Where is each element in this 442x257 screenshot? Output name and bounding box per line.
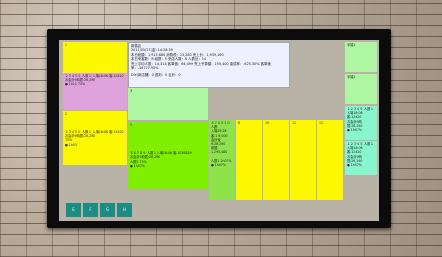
table-cell-11-label: 11	[292, 121, 297, 125]
table-cell-1-label: 1	[65, 43, 68, 47]
button-f[interactable]: F	[83, 203, 98, 217]
table-cell-right-low-1-text: １２３４５ 人数１ 入場18:06 客:12420 お会計9時間:26,290 …	[347, 107, 374, 133]
table-cell-12-label: 12	[319, 121, 324, 125]
table-cell-half-1[interactable]: 半端1	[345, 42, 377, 72]
table-cell-half-2[interactable]: 半端2	[345, 74, 377, 104]
table-cell-pink-text: ２３４５６ 人数１ 入場18:06 客:12420 お会計9時間:26,290 …	[65, 74, 124, 87]
button-g[interactable]: G	[100, 203, 115, 217]
pos-screen: 1 ２３４５６ 人数１ 入場18:06 客:12420 お会計9時間:26,29…	[59, 40, 379, 221]
table-cell-3-label: 3	[130, 89, 133, 93]
table-cell-11[interactable]: 11	[290, 120, 316, 200]
table-cell-left-low-text: ２３４５６ 人数１ 入場18:06 客:12420 お会計9時間:26,290 …	[65, 130, 124, 147]
info-line-4: 率：-16727.95%	[131, 66, 159, 71]
table-cell-10-label: 10	[265, 121, 270, 125]
info-line-5: DIY(新店舗）0 遅刻：0 合計：0	[131, 73, 181, 78]
table-cell-pink[interactable]: ２３４５６ 人数１ 入場18:06 客:12420 お会計9時間:26,290 …	[63, 73, 127, 110]
table-cell-12[interactable]: 12	[317, 120, 343, 200]
table-cell-10[interactable]: 10	[263, 120, 289, 200]
table-cell-5-label: 5	[130, 123, 133, 127]
table-cell-left-low[interactable]: ２３４５６ 人数１ 入場18:06 客:12420 お会計9時間:26,290 …	[63, 129, 127, 165]
table-cell-3[interactable]: 3	[128, 88, 208, 120]
button-h[interactable]: H	[117, 203, 132, 217]
table-cell-half-1-label: 半端1	[347, 43, 356, 47]
button-e[interactable]: E	[66, 203, 81, 217]
store-info-panel: 新橋店 2011/05/27(金) 14:28:59 本日総額：1,915,88…	[128, 42, 290, 88]
table-cell-8[interactable]: 8	[236, 120, 262, 200]
table-cell-right-low-2-text: １２３４５ 人数１ 入場18:06 客:12420 お会計9時間:26,290 …	[347, 142, 374, 168]
table-cell-half-2-label: 半端2	[347, 75, 356, 79]
table-cell-6-text: ６７８９１０ 人数 入場19:28 客:1 9,000 会計後9:26,290 …	[211, 121, 232, 168]
table-cell-5[interactable]: 5 ５６７８９ 人数１入場18:06 客:1036829 お会計9時間:26,2…	[128, 122, 208, 189]
table-cell-2-label: 2	[65, 112, 68, 116]
table-cell-5-text: ５６７８９ 人数１入場18:06 客:1036829 お会計9時間:26,290…	[130, 151, 192, 168]
table-cell-right-low-2[interactable]: １２３４５ 人数１ 入場18:06 客:12420 お会計9時間:26,290 …	[345, 141, 377, 175]
table-cell-6[interactable]: ６７８９１０ 人数 入場19:28 客:1 9,000 会計後9:26,290 …	[209, 120, 235, 200]
table-cell-2[interactable]: 2	[63, 111, 127, 129]
table-cell-8-label: 8	[238, 121, 241, 125]
table-cell-right-low-1[interactable]: １２３４５ 人数１ 入場18:06 客:12420 お会計9時間:26,290 …	[345, 106, 377, 140]
